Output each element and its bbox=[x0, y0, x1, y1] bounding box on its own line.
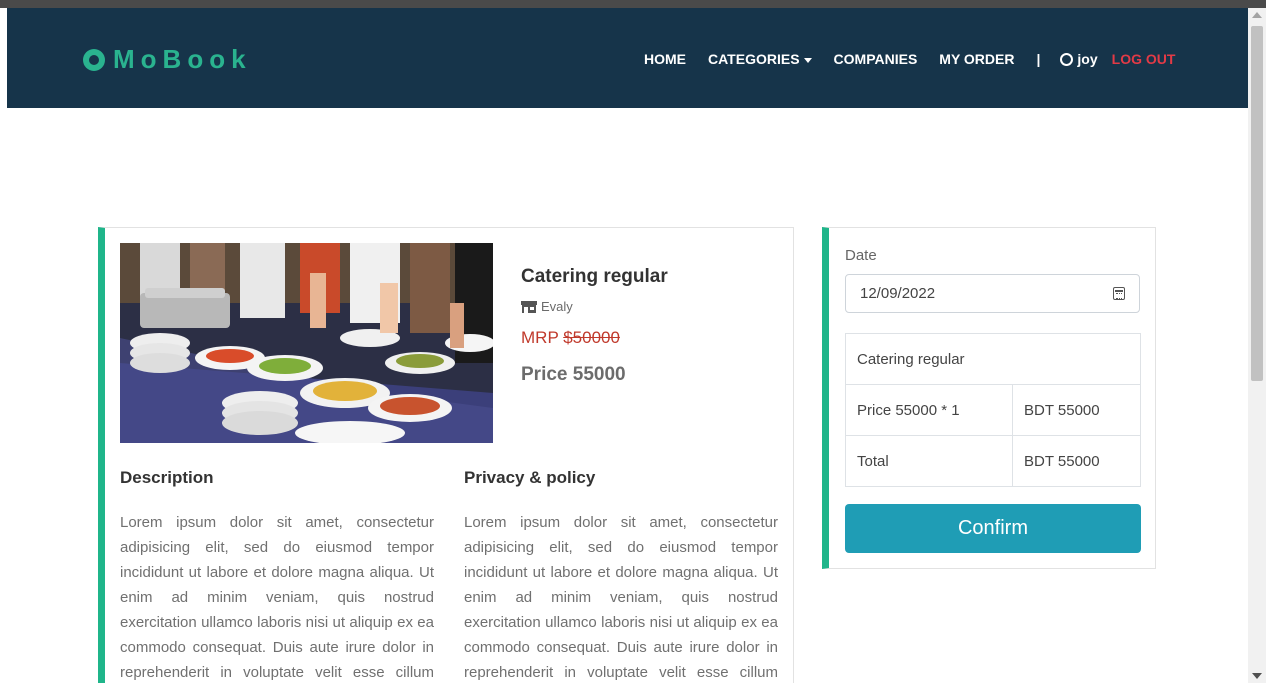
total-label-cell: Total bbox=[845, 435, 1013, 487]
mrp-label: MRP bbox=[521, 328, 564, 347]
nav-username: joy bbox=[1077, 51, 1098, 67]
brand-logo-icon bbox=[83, 48, 105, 71]
caret-down-icon bbox=[803, 57, 812, 63]
description-section: Description Lorem ipsum dolor sit amet, … bbox=[120, 468, 434, 683]
product-company[interactable]: Evaly bbox=[521, 299, 668, 314]
scroll-down-arrow-icon[interactable] bbox=[1252, 673, 1262, 679]
total-amount-cell: BDT 55000 bbox=[1012, 435, 1141, 487]
nav-separator: | bbox=[1036, 51, 1041, 67]
product-price: Price 55000 bbox=[521, 364, 626, 385]
mrp-value: $50000 bbox=[563, 328, 620, 347]
window-top-edge bbox=[0, 0, 1266, 8]
privacy-text: Lorem ipsum dolor sit amet, consectetur … bbox=[464, 514, 778, 681]
catering-photo-illustration bbox=[120, 243, 493, 443]
product-mrp: MRP $50000 bbox=[521, 328, 668, 348]
nav-companies[interactable]: COMPANIES bbox=[834, 51, 918, 67]
nav-categories-dropdown[interactable]: CATEGORIES bbox=[708, 51, 812, 67]
date-value: 12/09/2022 bbox=[860, 285, 936, 302]
scroll-up-arrow-icon[interactable] bbox=[1252, 12, 1262, 18]
date-label: Date bbox=[845, 247, 877, 264]
brand-logo-link[interactable]: MoBook bbox=[83, 44, 252, 75]
table-row: Price 55000 * 1 BDT 55000 bbox=[845, 384, 1141, 436]
privacy-section: Privacy & policy Lorem ipsum dolor sit a… bbox=[464, 468, 778, 683]
main-nav: HOME CATEGORIES COMPANIES MY ORDER | joy… bbox=[644, 51, 1175, 67]
nav-categories-label: CATEGORIES bbox=[708, 51, 800, 67]
nav-user[interactable]: joy bbox=[1060, 51, 1098, 67]
nav-my-order[interactable]: MY ORDER bbox=[939, 51, 1014, 67]
scroll-thumb[interactable] bbox=[1251, 26, 1263, 381]
product-card: Catering regular Evaly MRP $50000 Price … bbox=[98, 227, 794, 683]
calendar-icon[interactable] bbox=[1113, 287, 1125, 300]
confirm-button[interactable]: Confirm bbox=[845, 504, 1141, 553]
privacy-title: Privacy & policy bbox=[464, 468, 596, 487]
line-label-cell: Price 55000 * 1 bbox=[845, 384, 1013, 436]
table-row: Catering regular bbox=[845, 333, 1141, 385]
page-scrollbar[interactable] bbox=[1248, 8, 1266, 683]
user-circle-icon bbox=[1060, 52, 1074, 66]
product-image bbox=[120, 243, 493, 443]
order-summary-card: Date 12/09/2022 Catering regular Price 5… bbox=[822, 227, 1156, 569]
table-row: Total BDT 55000 bbox=[845, 435, 1141, 487]
navbar: MoBook HOME CATEGORIES COMPANIES MY ORDE… bbox=[7, 8, 1248, 108]
store-icon bbox=[521, 300, 537, 313]
order-summary-table: Catering regular Price 55000 * 1 BDT 550… bbox=[845, 333, 1141, 487]
line-amount-cell: BDT 55000 bbox=[1012, 384, 1141, 436]
description-title: Description bbox=[120, 468, 214, 487]
item-name-cell: Catering regular bbox=[845, 333, 1141, 385]
date-input[interactable]: 12/09/2022 bbox=[845, 274, 1140, 313]
nav-logout[interactable]: LOG OUT bbox=[1112, 51, 1176, 67]
product-info: Catering regular Evaly MRP $50000 Price … bbox=[521, 266, 668, 386]
company-name: Evaly bbox=[541, 299, 573, 314]
brand-name: MoBook bbox=[113, 44, 252, 74]
description-text: Lorem ipsum dolor sit amet, consectetur … bbox=[120, 514, 434, 681]
product-title: Catering regular bbox=[521, 266, 668, 287]
nav-home[interactable]: HOME bbox=[644, 51, 686, 67]
